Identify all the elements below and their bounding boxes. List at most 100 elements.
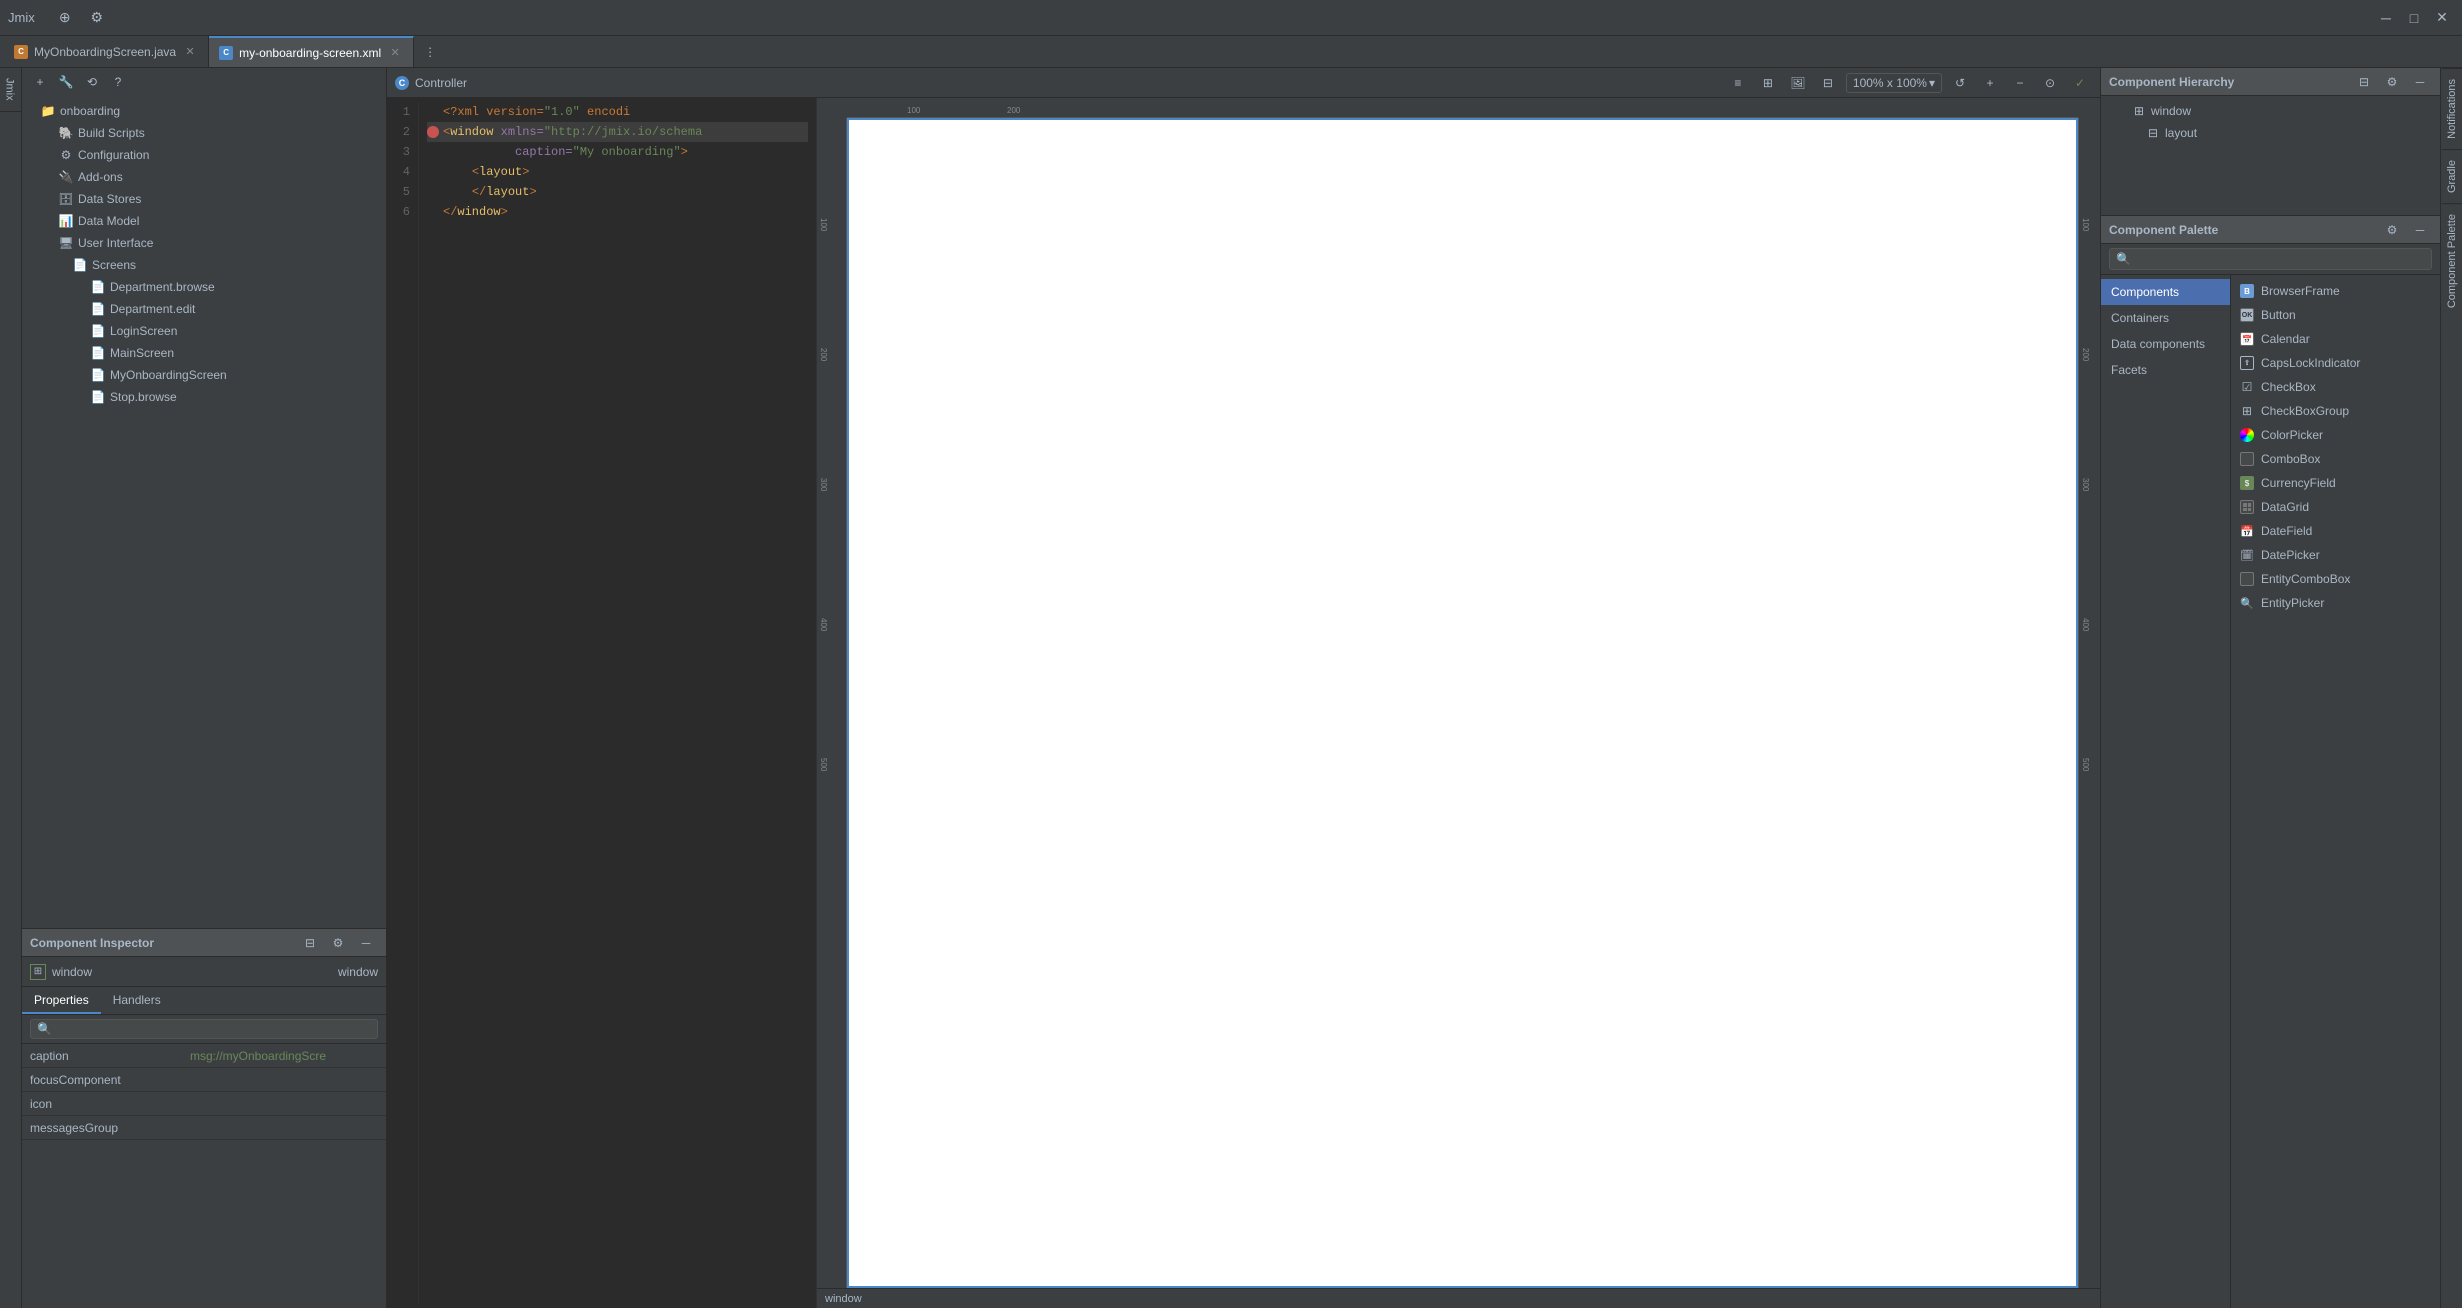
screens-icon: 📄 [72, 257, 88, 273]
ruler-v-400: 400 [819, 618, 828, 631]
palette-item-entitypicker[interactable]: 🔍 EntityPicker [2231, 591, 2440, 615]
hierarchy-close-btn[interactable]: ─ [2408, 70, 2432, 94]
zoom-out-btn[interactable]: − [2008, 71, 2032, 95]
tree-root-onboarding[interactable]: 📁 onboarding [22, 100, 386, 122]
tree-item-myonboarding[interactable]: 📄 MyOnboardingScreen [22, 364, 386, 386]
tab-xml-close[interactable]: ✕ [387, 45, 403, 61]
palette-item-checkboxgroup[interactable]: ⊞ CheckBoxGroup [2231, 399, 2440, 423]
gradle-strip-tab[interactable]: Gradle [2442, 149, 2462, 203]
right-strip: Notifications Gradle Component Palette [2440, 68, 2462, 1308]
list-view-btn[interactable]: ≡ [1726, 71, 1750, 95]
tree-item-dept-edit[interactable]: 📄 Department.edit [22, 298, 386, 320]
tree-item-login[interactable]: 📄 LoginScreen [22, 320, 386, 342]
inspector-tab-properties[interactable]: Properties [22, 987, 101, 1014]
palette-item-datepicker[interactable]: 🗓 DatePicker [2231, 543, 2440, 567]
tree-item-datamodel[interactable]: 📊 Data Model [22, 210, 386, 232]
hierarchy-item-window[interactable]: ⊞ window [2101, 100, 2440, 122]
component-palette-strip-tab[interactable]: Component Palette [2442, 203, 2462, 318]
tab-java-close[interactable]: ✕ [182, 44, 198, 60]
editor-status-text: window [825, 1293, 862, 1305]
zoom-reset-btn[interactable]: ⊙ [2038, 71, 2062, 95]
palette-item-colorpicker[interactable]: ColorPicker [2231, 423, 2440, 447]
file-icon: 📄 [90, 279, 106, 295]
tree-item-build-scripts[interactable]: 🐘 Build Scripts [22, 122, 386, 144]
palette-cat-components[interactable]: Components [2101, 279, 2230, 305]
hierarchy-settings-btn[interactable]: ⚙ [2380, 70, 2404, 94]
code-val-3: "My onboarding" [573, 142, 681, 162]
table-view-btn[interactable]: ⊟ [1816, 71, 1840, 95]
palette-item-calendar[interactable]: 📅 Calendar [2231, 327, 2440, 351]
prop-row-caption: caption msg://myOnboardingScre [22, 1044, 386, 1068]
tab-java[interactable]: C MyOnboardingScreen.java ✕ [4, 36, 209, 67]
palette-item-combobox[interactable]: ComboBox [2231, 447, 2440, 471]
settings-btn[interactable]: ⚙ [85, 6, 109, 30]
jmix-strip-tab[interactable]: Jmix [0, 68, 22, 112]
tree-item-addons[interactable]: 🔌 Add-ons [22, 166, 386, 188]
hierarchy-layout-btn[interactable]: ⊟ [2352, 70, 2376, 94]
tree-item-configuration[interactable]: ⚙ Configuration [22, 144, 386, 166]
tree-item-stop-browse[interactable]: 📄 Stop.browse [22, 386, 386, 408]
apply-btn[interactable]: ✓ [2068, 71, 2092, 95]
tab-xml[interactable]: C my-onboarding-screen.xml ✕ [209, 36, 414, 67]
line-num-6: 6 [395, 202, 410, 222]
image-view-btn[interactable]: 🖼 [1786, 71, 1810, 95]
palette-title: Component Palette [2109, 223, 2218, 237]
addon-icon: 🔌 [58, 169, 74, 185]
tree-item-datastores[interactable]: 🗄 Data Stores [22, 188, 386, 210]
notifications-strip-tab[interactable]: Notifications [2442, 68, 2462, 149]
maximize-btn[interactable]: □ [2402, 6, 2426, 30]
tree-item-screens[interactable]: 📄 Screens [22, 254, 386, 276]
tab-more-btn[interactable]: ⋮ [418, 36, 442, 67]
hierarchy-label-layout: layout [2165, 126, 2197, 140]
palette-search-container [2101, 244, 2440, 275]
palette-search-input[interactable] [2109, 248, 2432, 270]
hierarchy-item-layout[interactable]: ⊟ layout [2101, 122, 2440, 144]
inspector-layout-btn[interactable]: ⊟ [298, 931, 322, 955]
palette-close-btn[interactable]: ─ [2408, 218, 2432, 242]
sidebar-add-btn[interactable]: + [30, 72, 50, 92]
palette-item-browserframe[interactable]: B BrowserFrame [2231, 279, 2440, 303]
tree-item-dept-browse[interactable]: 📄 Department.browse [22, 276, 386, 298]
code-editor[interactable]: 1 2 3 4 5 6 <?xml version="1.0" encodi [387, 98, 817, 1308]
refresh-btn[interactable]: ↺ [1948, 71, 1972, 95]
inspector-settings-btn[interactable]: ⚙ [326, 931, 350, 955]
palette-item-datefield[interactable]: 📅 DateField [2231, 519, 2440, 543]
grid-view-btn[interactable]: ⊞ [1756, 71, 1780, 95]
tree-item-ui[interactable]: 🖥 User Interface [22, 232, 386, 254]
tree-item-main[interactable]: 📄 MainScreen [22, 342, 386, 364]
palette-item-currencyfield[interactable]: $ CurrencyField [2231, 471, 2440, 495]
chevron-right-icon [76, 390, 90, 404]
tree-label-datamodel: Data Model [78, 214, 139, 228]
close-btn[interactable]: ✕ [2430, 6, 2454, 30]
prop-value-caption: msg://myOnboardingScre [182, 1049, 386, 1063]
palette-settings-btn[interactable]: ⚙ [2380, 218, 2404, 242]
palette-cat-containers[interactable]: Containers [2101, 305, 2230, 331]
window-component-icon: ⊞ [30, 964, 46, 980]
new-window-btn[interactable]: ⊕ [53, 6, 77, 30]
code-val-1: "1.0" [544, 102, 580, 122]
code-text-6: </ [443, 202, 457, 222]
palette-cat-facets[interactable]: Facets [2101, 357, 2230, 383]
right-ruler-400: 400 [2081, 618, 2090, 631]
inspector-search-input[interactable] [30, 1019, 378, 1039]
palette-item-checkbox[interactable]: ☑ CheckBox [2231, 375, 2440, 399]
palette-item-entitycombobox[interactable]: EntityComboBox [2231, 567, 2440, 591]
sidebar-tools-btn[interactable]: 🔧 [56, 72, 76, 92]
line-numbers: 1 2 3 4 5 6 [387, 102, 419, 1304]
palette-item-button[interactable]: OK Button [2231, 303, 2440, 327]
sidebar-help-btn[interactable]: ? [108, 72, 128, 92]
zoom-in-btn[interactable]: + [1978, 71, 2002, 95]
tree-label-stop-browse: Stop.browse [110, 390, 177, 404]
inspector-close-btn[interactable]: ─ [354, 931, 378, 955]
minimize-btn[interactable]: ─ [2374, 6, 2398, 30]
palette-label-entitypicker: EntityPicker [2261, 596, 2324, 610]
palette-item-capsindicator[interactable]: ⇪ CapsLockIndicator [2231, 351, 2440, 375]
palette-item-datagrid[interactable]: DataGrid [2231, 495, 2440, 519]
sidebar-scroll-btn[interactable]: ⟲ [82, 72, 102, 92]
currencyfield-icon: $ [2239, 475, 2255, 491]
inspector-tab-handlers[interactable]: Handlers [101, 987, 173, 1014]
palette-cat-data[interactable]: Data components [2101, 331, 2230, 357]
file-icon: 📄 [90, 345, 106, 361]
window-node-icon: ⊞ [2131, 103, 2147, 119]
tab-bar: C MyOnboardingScreen.java ✕ C my-onboard… [0, 36, 2462, 68]
